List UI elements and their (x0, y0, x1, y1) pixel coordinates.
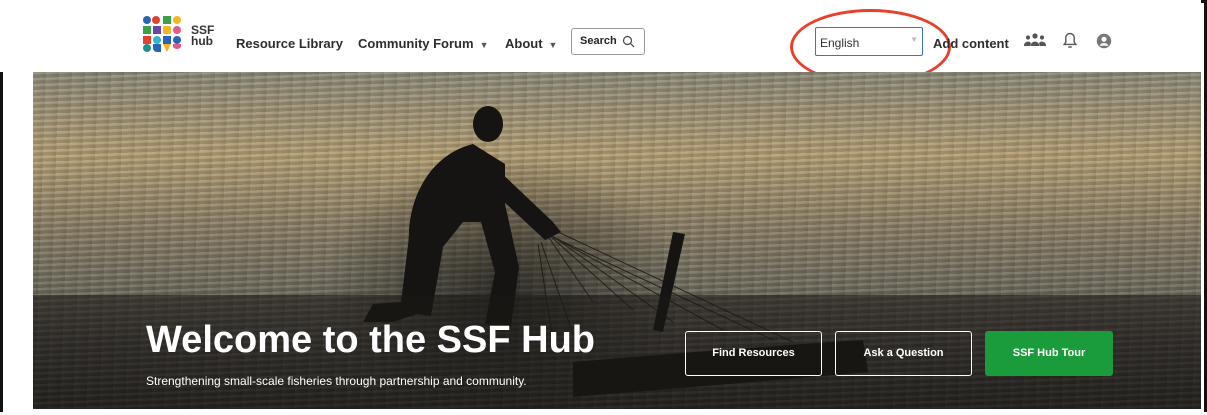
bell-icon[interactable] (1063, 32, 1077, 49)
search-label: Search (580, 35, 617, 47)
search-icon (622, 35, 635, 48)
brand-wordmark: SSF hub (191, 24, 214, 48)
hero-subtitle: Strengthening small-scale fisheries thro… (146, 374, 527, 388)
ssf-hub-tour-label: SSF Hub Tour (1012, 347, 1086, 359)
chevron-down-icon: ▼ (479, 39, 489, 50)
add-content-link[interactable]: Add content (933, 36, 1009, 51)
chevron-down-icon: ▼ (548, 39, 558, 50)
top-navbar: SSF hub Resource Library Community Forum… (0, 0, 1201, 85)
people-icon[interactable] (1024, 33, 1046, 47)
search-button[interactable]: Search (571, 28, 645, 55)
nav-about[interactable]: About ▼ (505, 36, 557, 51)
nav-resource-library[interactable]: Resource Library (236, 36, 343, 51)
user-icon[interactable] (1096, 33, 1112, 49)
find-resources-button[interactable]: Find Resources (685, 331, 822, 376)
logo-icon[interactable] (143, 16, 181, 52)
nav-about-label: About (505, 36, 543, 51)
ask-question-label: Ask a Question (863, 347, 944, 359)
nav-resource-library-label: Resource Library (236, 36, 343, 51)
find-resources-label: Find Resources (712, 347, 795, 359)
ssf-hub-tour-button[interactable]: SSF Hub Tour (985, 331, 1113, 376)
nav-community-forum[interactable]: Community Forum ▼ (358, 36, 488, 51)
brand-line2: hub (191, 34, 213, 48)
hero-banner: Welcome to the SSF Hub Strengthening sma… (33, 72, 1201, 409)
hero-title: Welcome to the SSF Hub (146, 319, 596, 361)
ask-question-button[interactable]: Ask a Question (835, 331, 972, 376)
nav-community-forum-label: Community Forum (358, 36, 474, 51)
